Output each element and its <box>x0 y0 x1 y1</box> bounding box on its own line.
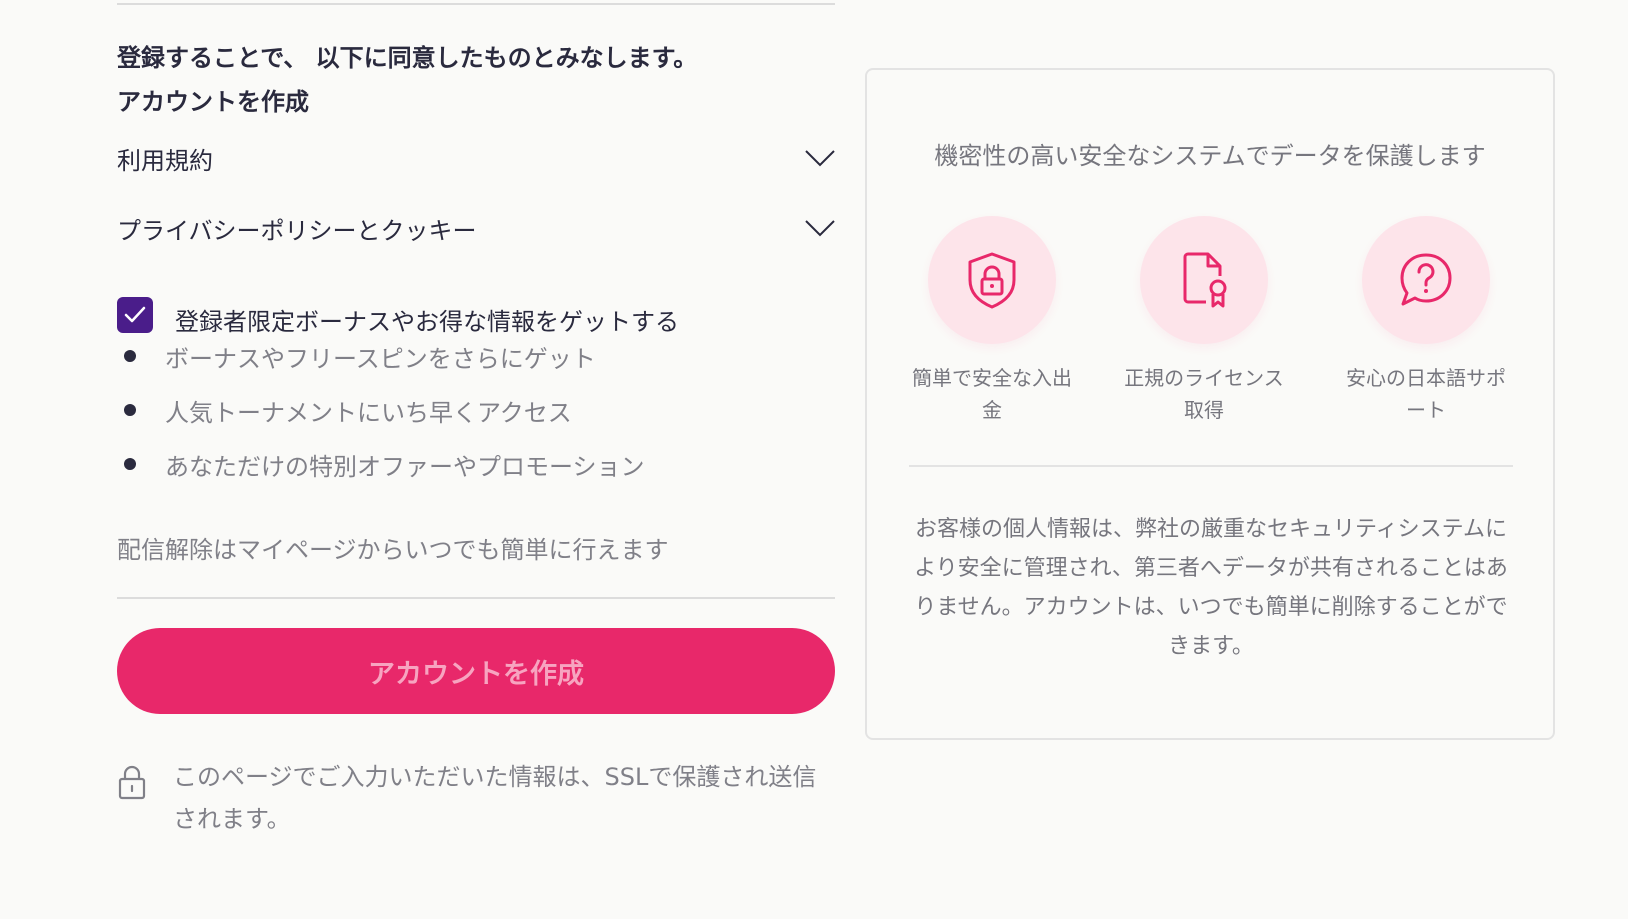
feature-label: 簡単で安全な入出金 <box>912 366 1072 422</box>
form-divider <box>117 597 835 599</box>
top-divider <box>117 3 835 5</box>
unsubscribe-note: 配信解除はマイページからいつでも簡単に行えます <box>117 536 669 564</box>
feature-icon-circle <box>928 216 1056 344</box>
accordion-privacy-policy[interactable]: プライバシーポリシーとクッキー <box>117 206 835 250</box>
card-divider <box>909 465 1513 467</box>
chevron-down-icon <box>805 220 835 237</box>
accordion-terms-label: 利用規約 <box>117 146 213 175</box>
benefit-list: ボーナスやフリースピンをさらにゲット 人気トーナメントにいち早くアクセス あなた… <box>117 344 645 506</box>
feature-icon-circle <box>1362 216 1490 344</box>
bullet-icon <box>124 350 136 362</box>
ssl-notice: このページでご入力いただいた情報は、SSLで保護され送信されます。 <box>117 760 823 840</box>
optin-checkbox[interactable] <box>117 296 153 333</box>
bullet-icon <box>124 404 136 416</box>
agreement-subject: アカウントを作成 <box>117 88 309 116</box>
list-item: 人気トーナメントにいち早くアクセス <box>117 398 645 452</box>
feature-secure-payment: 簡単で安全な入出金 <box>907 216 1077 426</box>
chevron-down-icon <box>805 150 835 167</box>
feature-icon-circle <box>1140 216 1268 344</box>
shield-lock-icon <box>968 252 1016 309</box>
optin-label: 登録者限定ボーナスやお得な情報をゲットする <box>175 308 679 336</box>
ssl-note-text: このページでご入力いただいた情報は、SSLで保護され送信されます。 <box>173 763 817 833</box>
accordion-terms-of-use[interactable]: 利用規約 <box>117 136 835 180</box>
feature-label: 正規のライセンス取得 <box>1124 366 1284 422</box>
benefit-text: 人気トーナメントにいち早くアクセス <box>165 399 572 427</box>
benefit-text: あなただけの特別オファーやプロモーション <box>165 453 645 481</box>
security-info-card: 機密性の高い安全なシステムでデータを保護します 簡単で安全な入出金 正規のライセ… <box>865 68 1555 740</box>
license-certificate-icon <box>1183 252 1227 308</box>
list-item: あなただけの特別オファーやプロモーション <box>117 452 645 506</box>
bullet-icon <box>124 458 136 470</box>
agreement-notice: 登録することで、 以下に同意したものとみなします。 <box>117 44 698 72</box>
feature-japanese-support: 安心の日本語サポート <box>1341 216 1511 426</box>
privacy-statement: お客様の個人情報は、弊社の厳重なセキュリティシステムにより安全に管理され、第三者… <box>914 517 1508 659</box>
list-item: ボーナスやフリースピンをさらにゲット <box>117 344 645 398</box>
support-chat-icon <box>1400 253 1452 306</box>
marketing-optin: 登録者限定ボーナスやお得な情報をゲットする <box>117 292 679 337</box>
lock-icon <box>118 765 146 800</box>
feature-licensed: 正規のライセンス取得 <box>1119 216 1289 426</box>
feature-label: 安心の日本語サポート <box>1346 366 1506 422</box>
security-card-title: 機密性の高い安全なシステムでデータを保護します <box>934 142 1486 170</box>
accordion-privacy-label: プライバシーポリシーとクッキー <box>117 216 477 245</box>
benefit-text: ボーナスやフリースピンをさらにゲット <box>165 345 596 373</box>
checkmark-icon <box>124 306 146 322</box>
create-account-button[interactable]: アカウントを作成 <box>117 628 835 714</box>
